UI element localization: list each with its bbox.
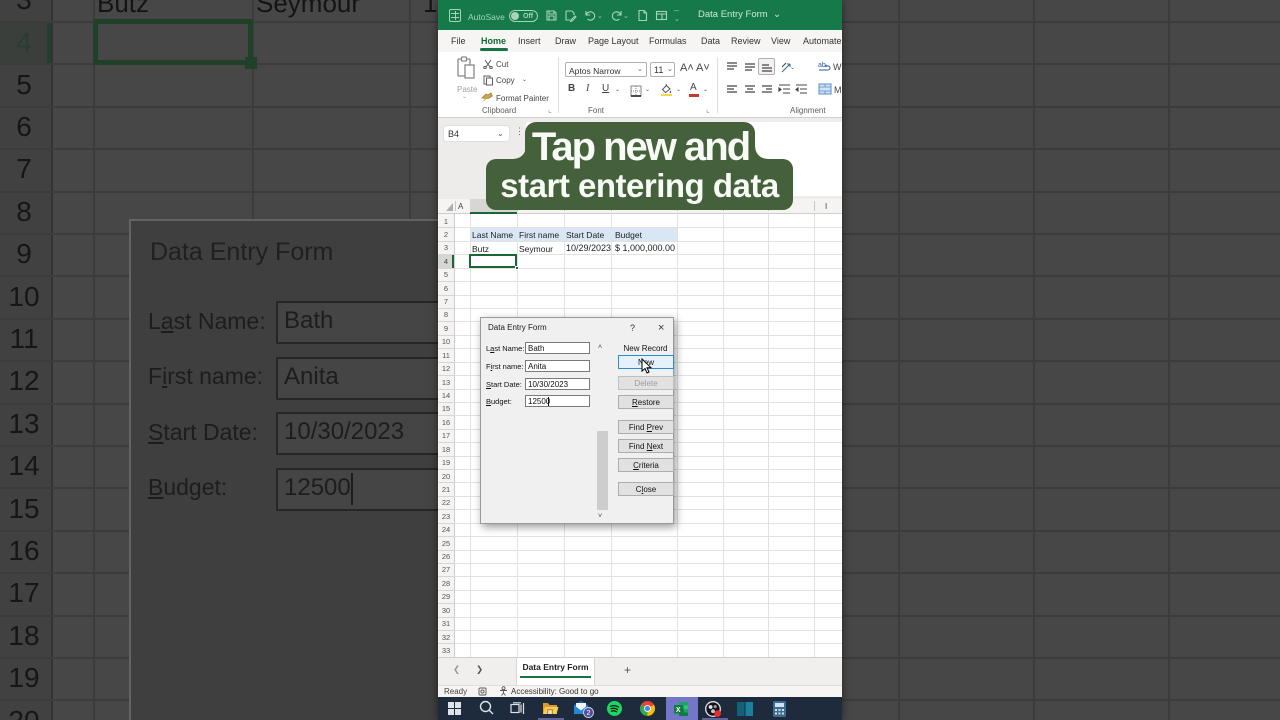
svg-text:2: 2 — [586, 708, 590, 717]
svg-text:X: X — [676, 706, 681, 713]
svg-text:ab: ab — [818, 62, 826, 69]
